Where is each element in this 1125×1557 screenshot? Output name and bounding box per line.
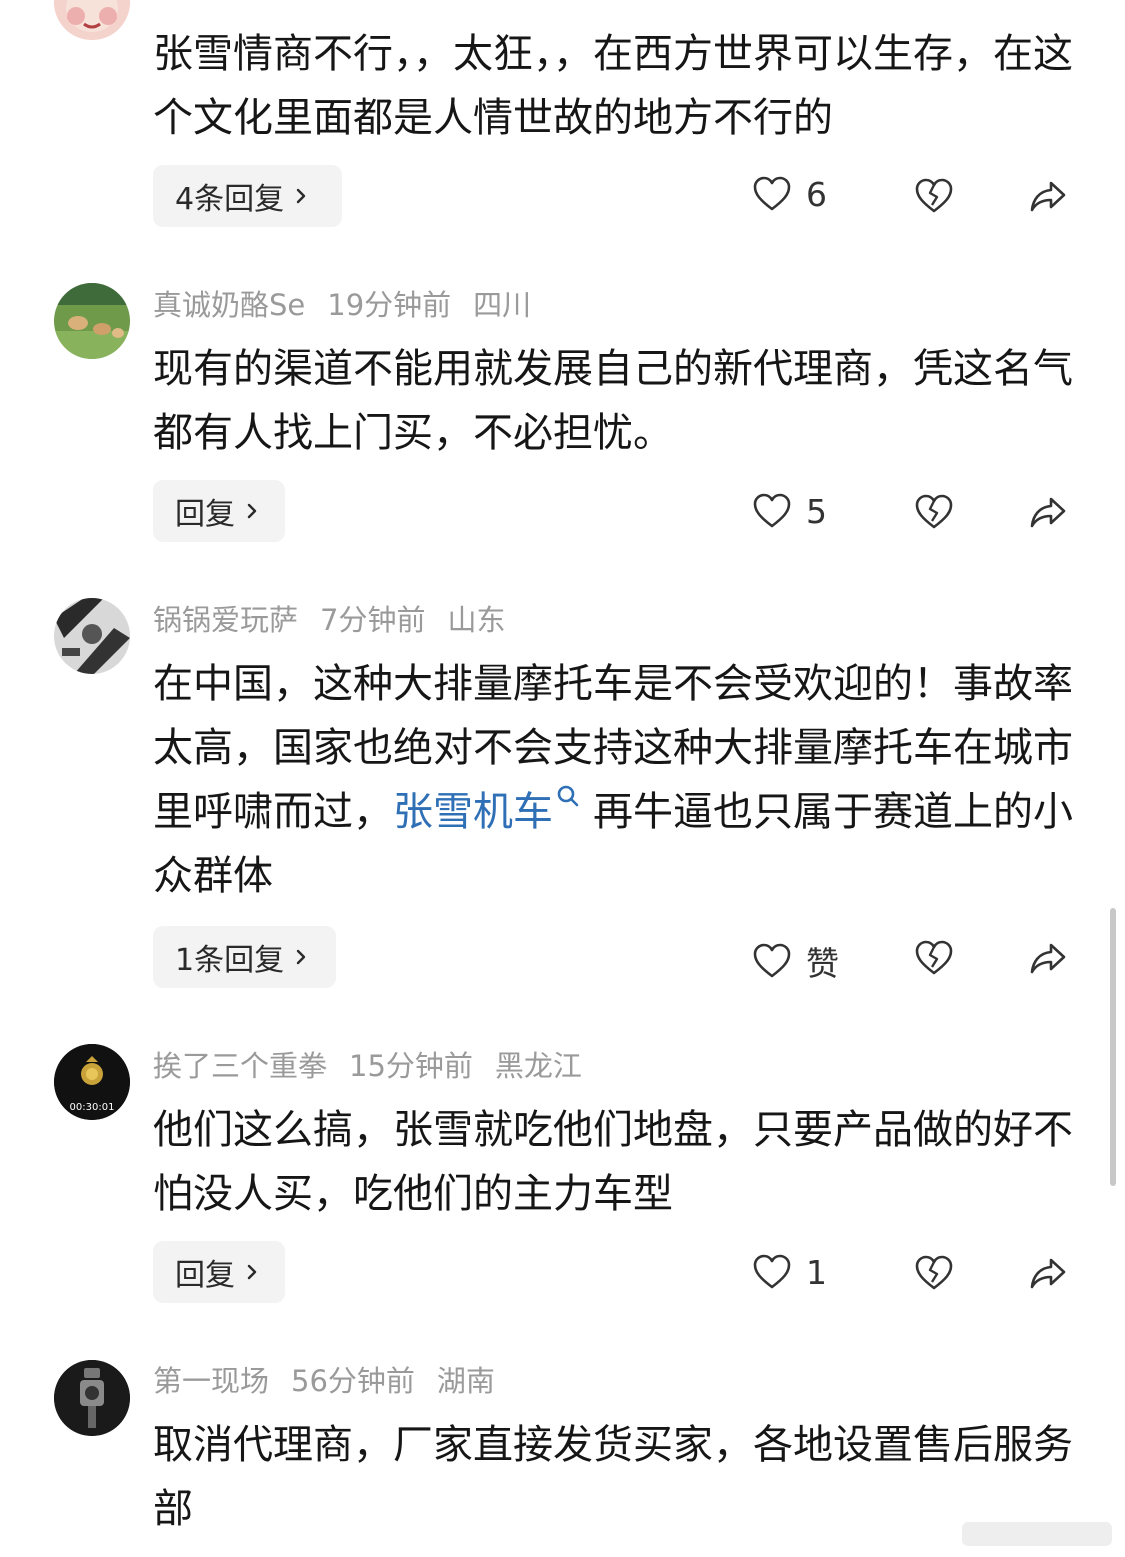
timestamp: 7分钟前	[320, 603, 426, 637]
reply-button[interactable]: 回复	[153, 480, 285, 542]
reply-label: 回复	[175, 1258, 235, 1293]
like-button[interactable]: 6	[752, 174, 827, 214]
avatar[interactable]	[54, 1360, 130, 1436]
broken-heart-icon	[915, 494, 953, 529]
search-icon[interactable]	[555, 783, 581, 809]
comment-meta: 挨了三个重拳 15分钟前 黑龙江	[153, 1046, 604, 1086]
share-button[interactable]	[1028, 1253, 1068, 1293]
like-count: 6	[806, 174, 827, 214]
comment-meta	[153, 0, 505, 12]
comment-text: 他们这么搞，张雪就吃他们地盘，只要产品做的好不怕没人买，吃他们的主力车型	[153, 1107, 1073, 1217]
like-button[interactable]: 1	[752, 1252, 827, 1292]
like-button[interactable]: 5	[752, 491, 827, 531]
comment-text: 现有的渠道不能用就发展自己的新代理商，凭这名气都有人找上门买，不必担忧。	[153, 346, 1073, 456]
username[interactable]: 锅锅爱玩萨	[153, 603, 298, 637]
avatar[interactable]	[54, 283, 130, 359]
chevron-right-icon	[247, 1264, 257, 1280]
reply-button[interactable]: 4条回复	[153, 165, 342, 227]
dislike-button[interactable]	[914, 1253, 954, 1293]
chevron-right-icon	[296, 949, 306, 965]
dislike-button[interactable]	[914, 938, 954, 978]
timestamp: 15分钟前	[349, 1049, 473, 1083]
heart-outline-icon	[753, 493, 791, 528]
share-button[interactable]	[1028, 938, 1068, 978]
comment-meta: 真诚奶酪Se 19分钟前 四川	[153, 285, 553, 325]
broken-heart-icon	[915, 940, 953, 975]
location: 四川	[473, 288, 532, 322]
reply-label: 回复	[175, 497, 235, 532]
keyword-link[interactable]: 张雪机车	[393, 789, 553, 835]
avatar[interactable]: 00:30:01	[54, 1044, 130, 1120]
broken-heart-icon	[915, 1255, 953, 1290]
heart-outline-icon	[753, 1254, 791, 1289]
like-button[interactable]: 赞	[752, 937, 839, 985]
username[interactable]: 第一现场	[153, 1364, 269, 1398]
dislike-button[interactable]	[914, 492, 954, 532]
username[interactable]: 挨了三个重拳	[153, 1049, 327, 1083]
location: 湖南	[436, 1364, 495, 1398]
avatar-timer-text: 00:30:01	[70, 1102, 115, 1113]
heart-outline-icon	[753, 943, 791, 978]
share-button[interactable]	[1028, 176, 1068, 216]
location: 山东	[447, 603, 506, 637]
watermark	[962, 1522, 1112, 1546]
timestamp: 56分钟前	[291, 1364, 415, 1398]
share-arrow-icon	[1030, 497, 1066, 528]
share-arrow-icon	[1030, 943, 1066, 974]
share-button[interactable]	[1028, 492, 1068, 532]
comment-text: 张雪情商不行，，太狂，，在西方世界可以生存，在这个文化里面都是人情世故的地方不行…	[153, 31, 1073, 141]
chevron-right-icon	[247, 503, 257, 519]
reply-button[interactable]: 回复	[153, 1241, 285, 1303]
avatar[interactable]	[54, 598, 130, 674]
reply-label: 4条回复	[175, 182, 285, 217]
comment-meta: 锅锅爱玩萨 7分钟前 山东	[153, 600, 527, 640]
share-arrow-icon	[1030, 1258, 1066, 1289]
like-count: 5	[806, 491, 827, 531]
like-count: 赞	[806, 944, 839, 983]
comment-text: 在中国，这种大排量摩托车是不会受欢迎的！事故率太高，国家也绝对不会支持这种大排量…	[153, 652, 1073, 908]
avatar[interactable]	[54, 0, 130, 40]
like-count: 1	[806, 1252, 827, 1292]
comment-text: 取消代理商，厂家直接发货买家，各地设置售后服务部	[153, 1422, 1073, 1532]
heart-outline-icon	[753, 176, 791, 211]
comment-meta: 第一现场 56分钟前 湖南	[153, 1361, 517, 1401]
scrollbar[interactable]	[1110, 908, 1116, 1186]
reply-button[interactable]: 1条回复	[153, 926, 336, 988]
dislike-button[interactable]	[914, 176, 954, 216]
chevron-right-icon	[296, 188, 306, 204]
reply-label: 1条回复	[175, 943, 285, 978]
username[interactable]: 真诚奶酪Se	[153, 288, 305, 322]
timestamp: 19分钟前	[327, 288, 452, 322]
broken-heart-icon	[915, 178, 953, 213]
share-arrow-icon	[1030, 181, 1066, 212]
location: 黑龙江	[494, 1049, 582, 1083]
